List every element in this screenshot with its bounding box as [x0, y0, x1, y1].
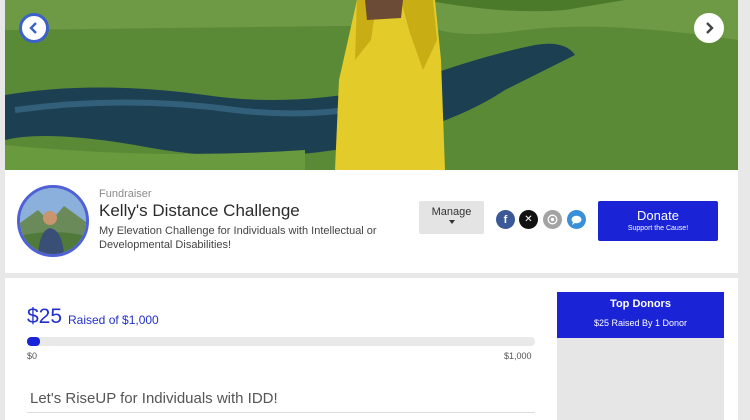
top-donors-panel: Top Donors $25 Raised By 1 Donor — [557, 292, 724, 420]
top-donors-heading: Top Donors — [610, 298, 671, 310]
donate-sublabel: Support the Cause! — [627, 225, 689, 232]
chat-icon[interactable] — [567, 210, 586, 229]
carousel-next-button[interactable] — [694, 13, 724, 43]
chevron-left-icon — [29, 22, 37, 34]
fundraiser-header-card: Fundraiser Kelly's Distance Challenge My… — [5, 170, 738, 273]
top-donors-summary: $25 Raised By 1 Donor — [593, 318, 688, 328]
carousel-prev-button[interactable] — [19, 13, 49, 43]
donate-button[interactable]: Donate Support the Cause! — [598, 201, 718, 241]
raised-amount: $25 — [27, 305, 63, 328]
hero-image — [5, 0, 738, 170]
avatar-image — [20, 188, 86, 254]
top-donors-header: Top Donors $25 Raised By 1 Donor — [557, 292, 724, 338]
progress-bar — [27, 337, 535, 346]
chevron-right-icon — [706, 22, 714, 34]
raised-goal-text: Raised of $1,000 — [68, 313, 159, 327]
avatar — [17, 185, 89, 257]
email-icon[interactable] — [543, 210, 562, 229]
manage-label: Manage — [431, 206, 472, 218]
donate-label: Donate — [637, 208, 679, 223]
divider — [27, 412, 535, 413]
caret-down-icon — [448, 220, 455, 224]
facebook-icon[interactable]: f — [496, 210, 515, 229]
fundraiser-description: My Elevation Challenge for Individuals w… — [99, 225, 377, 251]
page-title: Kelly's Distance Challenge — [99, 201, 300, 220]
hero-scene — [5, 0, 738, 170]
progress-min-label: $0 — [27, 351, 38, 361]
progress-fill — [27, 337, 40, 346]
speech-bubble-icon — [571, 215, 582, 225]
progress-max-label: $1,000 — [504, 351, 532, 361]
x-icon[interactable]: ✕ — [519, 210, 538, 229]
campaign-title: Let's RiseUP for Individuals with IDD! — [30, 390, 278, 407]
fundraiser-label: Fundraiser — [99, 188, 152, 200]
at-sign-icon — [547, 214, 558, 225]
manage-dropdown[interactable]: Manage — [419, 201, 484, 234]
fundraiser-progress-card: $25 Raised of $1,000 $0 $1,000 Let's Ris… — [5, 278, 738, 420]
